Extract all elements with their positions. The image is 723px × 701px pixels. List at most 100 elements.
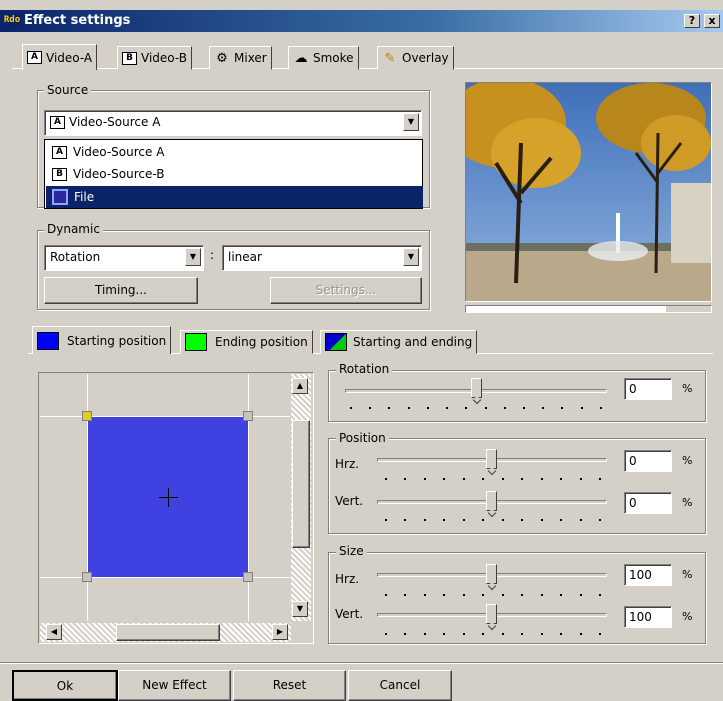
cancel-button[interactable]: Cancel bbox=[348, 670, 452, 701]
size-vert-input[interactable]: 100 bbox=[624, 606, 672, 628]
resize-handle-bl[interactable] bbox=[82, 572, 92, 582]
chevron-down-icon[interactable]: ▼ bbox=[185, 248, 201, 266]
position-hrz-label: Hrz. bbox=[335, 457, 360, 471]
scroll-up-icon[interactable]: ▲ bbox=[292, 378, 308, 394]
video-a-icon: A bbox=[27, 51, 42, 64]
rotation-slider-thumb[interactable] bbox=[471, 378, 482, 398]
tab-video-b-label: Video-B bbox=[141, 51, 187, 65]
source-selected-value: Video-Source A bbox=[69, 115, 161, 129]
position-vert-input[interactable]: 0 bbox=[624, 492, 672, 514]
source-a-icon: A bbox=[52, 145, 67, 159]
option-label: File bbox=[74, 190, 95, 204]
dynamic-mode-value: Rotation bbox=[50, 250, 101, 264]
tab-mixer-label: Mixer bbox=[234, 51, 267, 65]
size-hrz-ticks bbox=[385, 594, 601, 596]
effect-rect[interactable] bbox=[87, 416, 249, 578]
starting-color-swatch bbox=[37, 331, 59, 350]
tab-starting-position[interactable]: Starting position bbox=[32, 326, 172, 354]
preview-scroll-thumb[interactable] bbox=[466, 306, 666, 312]
window-title: Effect settings bbox=[24, 13, 131, 28]
canvas-hscroll[interactable]: ◀ ▶ bbox=[40, 623, 291, 642]
preview-scrollbar[interactable] bbox=[465, 305, 712, 313]
settings-button[interactable]: Settings... bbox=[270, 277, 422, 304]
vscroll-thumb[interactable] bbox=[292, 420, 310, 548]
source-option-video-a[interactable]: A Video-Source A bbox=[46, 141, 423, 163]
smoke-icon: ☁ bbox=[294, 50, 308, 66]
tab-ending-position-label: Ending position bbox=[215, 335, 308, 349]
size-vert-label: Vert. bbox=[335, 607, 364, 621]
chevron-down-icon[interactable]: ▼ bbox=[403, 113, 419, 131]
footer-divider-highlight bbox=[0, 663, 723, 664]
position-canvas[interactable] bbox=[40, 374, 290, 621]
app-icon: Rdo bbox=[2, 13, 22, 28]
rotation-ticks bbox=[350, 407, 602, 409]
canvas-vscroll[interactable]: ▲ ▼ bbox=[291, 374, 311, 621]
tab-smoke-label: Smoke bbox=[313, 51, 354, 65]
help-button[interactable]: ? bbox=[684, 14, 700, 28]
tab-overlay-label: Overlay bbox=[402, 51, 449, 65]
chevron-down-icon[interactable]: ▼ bbox=[403, 248, 419, 266]
size-hrz-unit: % bbox=[682, 568, 693, 581]
dynamic-separator: : bbox=[210, 248, 215, 262]
source-dropdown-list: A Video-Source A B Video-Source-B File bbox=[44, 139, 423, 209]
option-label: Video-Source A bbox=[73, 145, 165, 159]
position-hrz-input[interactable]: 0 bbox=[624, 450, 672, 472]
tab-smoke[interactable]: ☁ Smoke bbox=[288, 46, 359, 70]
rotation-group-label: Rotation bbox=[336, 362, 393, 376]
source-a-icon: A bbox=[50, 116, 65, 129]
new-effect-button[interactable]: New Effect bbox=[118, 670, 231, 701]
timing-button[interactable]: Timing... bbox=[44, 277, 198, 304]
ending-color-swatch bbox=[185, 333, 207, 351]
size-hrz-thumb[interactable] bbox=[486, 564, 497, 584]
tab-ending-position[interactable]: Ending position bbox=[180, 330, 313, 354]
position-vert-ticks bbox=[385, 519, 601, 521]
dynamic-mode-select[interactable]: Rotation ▼ bbox=[44, 245, 204, 271]
tab-video-a[interactable]: A Video-A bbox=[22, 44, 98, 70]
position-vert-thumb[interactable] bbox=[486, 491, 497, 511]
tab-video-a-label: Video-A bbox=[46, 50, 93, 65]
resize-handle-br[interactable] bbox=[243, 572, 253, 582]
tab-mixer[interactable]: ⚙ Mixer bbox=[209, 46, 272, 70]
rotation-handle[interactable] bbox=[82, 411, 92, 421]
position-vert-label: Vert. bbox=[335, 494, 364, 508]
position-hrz-ticks bbox=[385, 478, 601, 480]
source-option-video-b[interactable]: B Video-Source-B bbox=[46, 163, 423, 185]
tab-overlay[interactable]: ✎ Overlay bbox=[377, 46, 454, 70]
source-group-label: Source bbox=[44, 83, 92, 97]
tab-video-b[interactable]: B Video-B bbox=[117, 46, 192, 70]
title-bar[interactable]: Rdo Effect settings ? x bbox=[0, 10, 723, 32]
source-option-file[interactable]: File bbox=[46, 186, 423, 208]
size-vert-thumb[interactable] bbox=[486, 604, 497, 624]
rotation-input[interactable]: 0 bbox=[624, 378, 672, 400]
scroll-down-icon[interactable]: ▼ bbox=[292, 601, 308, 617]
position-hrz-unit: % bbox=[682, 454, 693, 467]
tab-starting-and-ending[interactable]: Starting and ending bbox=[320, 330, 478, 354]
size-hrz-input[interactable]: 100 bbox=[624, 564, 672, 586]
dynamic-group-label: Dynamic bbox=[44, 222, 103, 236]
starting-ending-color-swatch bbox=[325, 333, 347, 351]
rotation-unit: % bbox=[682, 382, 693, 395]
hscroll-thumb[interactable] bbox=[116, 624, 220, 641]
center-crosshair-v bbox=[168, 488, 169, 507]
video-b-icon: B bbox=[122, 51, 137, 65]
source-select[interactable]: A Video-Source A ▼ bbox=[44, 110, 422, 136]
ok-button[interactable]: Ok bbox=[12, 670, 118, 701]
reset-button[interactable]: Reset bbox=[233, 670, 346, 701]
interpolation-select[interactable]: linear ▼ bbox=[222, 245, 422, 271]
interpolation-value: linear bbox=[228, 250, 262, 264]
preview-frame bbox=[465, 82, 712, 302]
overlay-icon: ✎ bbox=[384, 50, 396, 66]
scroll-right-icon[interactable]: ▶ bbox=[272, 624, 288, 640]
position-vert-unit: % bbox=[682, 496, 693, 509]
preview-image-icon bbox=[466, 83, 711, 301]
scroll-left-icon[interactable]: ◀ bbox=[46, 624, 62, 640]
tab-starting-and-ending-label: Starting and ending bbox=[353, 335, 473, 349]
position-group-label: Position bbox=[336, 431, 389, 445]
close-button[interactable]: x bbox=[704, 14, 720, 28]
size-vert-unit: % bbox=[682, 610, 693, 623]
position-hrz-thumb[interactable] bbox=[486, 449, 497, 469]
resize-handle-tr[interactable] bbox=[243, 411, 253, 421]
film-icon bbox=[52, 189, 68, 205]
size-hrz-label: Hrz. bbox=[335, 572, 360, 586]
source-b-icon: B bbox=[52, 167, 67, 181]
